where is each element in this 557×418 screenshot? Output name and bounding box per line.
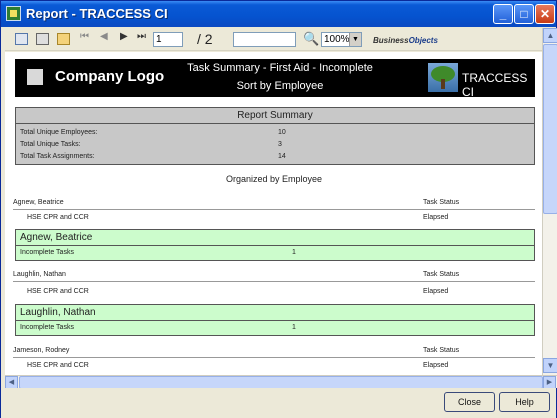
minimize-button[interactable]: _ — [493, 4, 513, 24]
close-button[interactable]: Close — [444, 392, 495, 412]
page-total: / 2 — [197, 31, 213, 47]
employee-group-box: Laughlin, Nathan Incomplete Tasks 1 — [15, 304, 535, 336]
incomplete-tasks-label: Incomplete Tasks — [20, 249, 74, 256]
summary-label: Total Unique Tasks: — [20, 141, 81, 148]
divider — [13, 281, 535, 282]
divider — [13, 357, 535, 358]
print-icon[interactable] — [36, 33, 49, 45]
divider — [13, 209, 535, 210]
task-name: HSE CPR and CCR — [27, 214, 89, 221]
last-page-icon[interactable]: ⏭ — [137, 31, 146, 42]
brand-suffix: Objects — [408, 36, 438, 45]
incomplete-tasks-count: 1 — [292, 249, 296, 256]
page-number-input[interactable]: 1 — [153, 32, 183, 47]
group-employee-name: Agnew, Beatrice — [20, 232, 93, 243]
incomplete-tasks-count: 1 — [292, 324, 296, 331]
maximize-button[interactable]: □ — [514, 4, 534, 24]
search-input[interactable] — [233, 32, 296, 47]
next-page-icon[interactable]: ▶ — [120, 31, 128, 42]
report-toolbar: ⏮ ◀ ▶ ⏭ 1 / 2 🔍 100% ▼ BusinessObjects — [5, 28, 543, 51]
task-status-header: Task Status — [423, 271, 460, 278]
employee-name: Jameson, Rodney — [13, 347, 70, 354]
chevron-down-icon[interactable]: ▼ — [349, 33, 361, 46]
summary-label: Total Task Assignments: — [20, 153, 95, 160]
previous-page-icon[interactable]: ◀ — [100, 31, 108, 42]
dialog-button-bar: Close Help — [1, 388, 556, 418]
vertical-scroll-thumb[interactable] — [543, 44, 557, 214]
divider — [16, 245, 534, 246]
task-status: Elapsed — [423, 362, 449, 369]
window-title: Report - TRACCESS CI — [26, 6, 168, 21]
scroll-up-icon[interactable]: ▲ — [543, 28, 557, 43]
logo-placeholder-icon — [27, 69, 43, 85]
task-name: HSE CPR and CCR — [27, 288, 89, 295]
help-button[interactable]: Help — [499, 392, 550, 412]
employee-name: Laughlin, Nathan — [13, 271, 66, 278]
task-status: Elapsed — [423, 288, 449, 295]
organized-label: Organized by Employee — [225, 174, 323, 184]
report-window: Report - TRACCESS CI _ □ ✕ ⏮ ◀ ▶ ⏭ 1 / 2… — [0, 0, 557, 418]
title-bar[interactable]: Report - TRACCESS CI _ □ ✕ — [1, 1, 556, 27]
summary-heading: Report Summary — [16, 108, 534, 124]
report-summary-box: Report Summary Total Unique Employees: 1… — [15, 107, 535, 165]
group-employee-name: Laughlin, Nathan — [20, 307, 96, 318]
task-name: HSE CPR and CCR — [27, 362, 89, 369]
app-icon — [6, 6, 21, 21]
group-tree-icon[interactable] — [57, 33, 70, 45]
employee-name: Agnew, Beatrice — [13, 199, 64, 206]
brand-name: TRACCESS CI — [462, 71, 528, 99]
export-icon[interactable] — [15, 33, 28, 45]
summary-value: 3 — [278, 141, 282, 148]
zoom-select[interactable]: 100% ▼ — [321, 32, 362, 47]
report-header: Company Logo Task Summary - First Aid - … — [15, 59, 535, 99]
report-title: Task Summary - First Aid - Incomplete — [187, 62, 373, 74]
summary-label: Total Unique Employees: — [20, 129, 98, 136]
tree-logo-icon — [428, 63, 458, 92]
incomplete-tasks-label: Incomplete Tasks — [20, 324, 74, 331]
vertical-scrollbar[interactable]: ▲ ▼ — [542, 28, 557, 375]
task-status-header: Task Status — [423, 199, 460, 206]
businessobjects-logo: BusinessObjects — [373, 36, 438, 45]
horizontal-scrollbar[interactable]: ◀ ▶ — [5, 375, 557, 389]
task-status: Elapsed — [423, 214, 449, 221]
report-subtitle: Sort by Employee — [236, 80, 324, 92]
find-icon[interactable]: 🔍 — [303, 31, 319, 47]
company-logo-text: Company Logo — [55, 68, 165, 85]
employee-group-box: Agnew, Beatrice Incomplete Tasks 1 — [15, 229, 535, 261]
zoom-value: 100% — [324, 34, 350, 45]
first-page-icon[interactable]: ⏮ — [80, 31, 89, 42]
task-status-header: Task Status — [423, 347, 460, 354]
scroll-down-icon[interactable]: ▼ — [543, 358, 557, 373]
summary-value: 14 — [278, 153, 286, 160]
close-window-button[interactable]: ✕ — [535, 4, 555, 24]
divider — [16, 320, 534, 321]
brand-prefix: Business — [373, 36, 409, 45]
summary-value: 10 — [278, 129, 286, 136]
report-canvas: Company Logo Task Summary - First Aid - … — [5, 52, 543, 375]
